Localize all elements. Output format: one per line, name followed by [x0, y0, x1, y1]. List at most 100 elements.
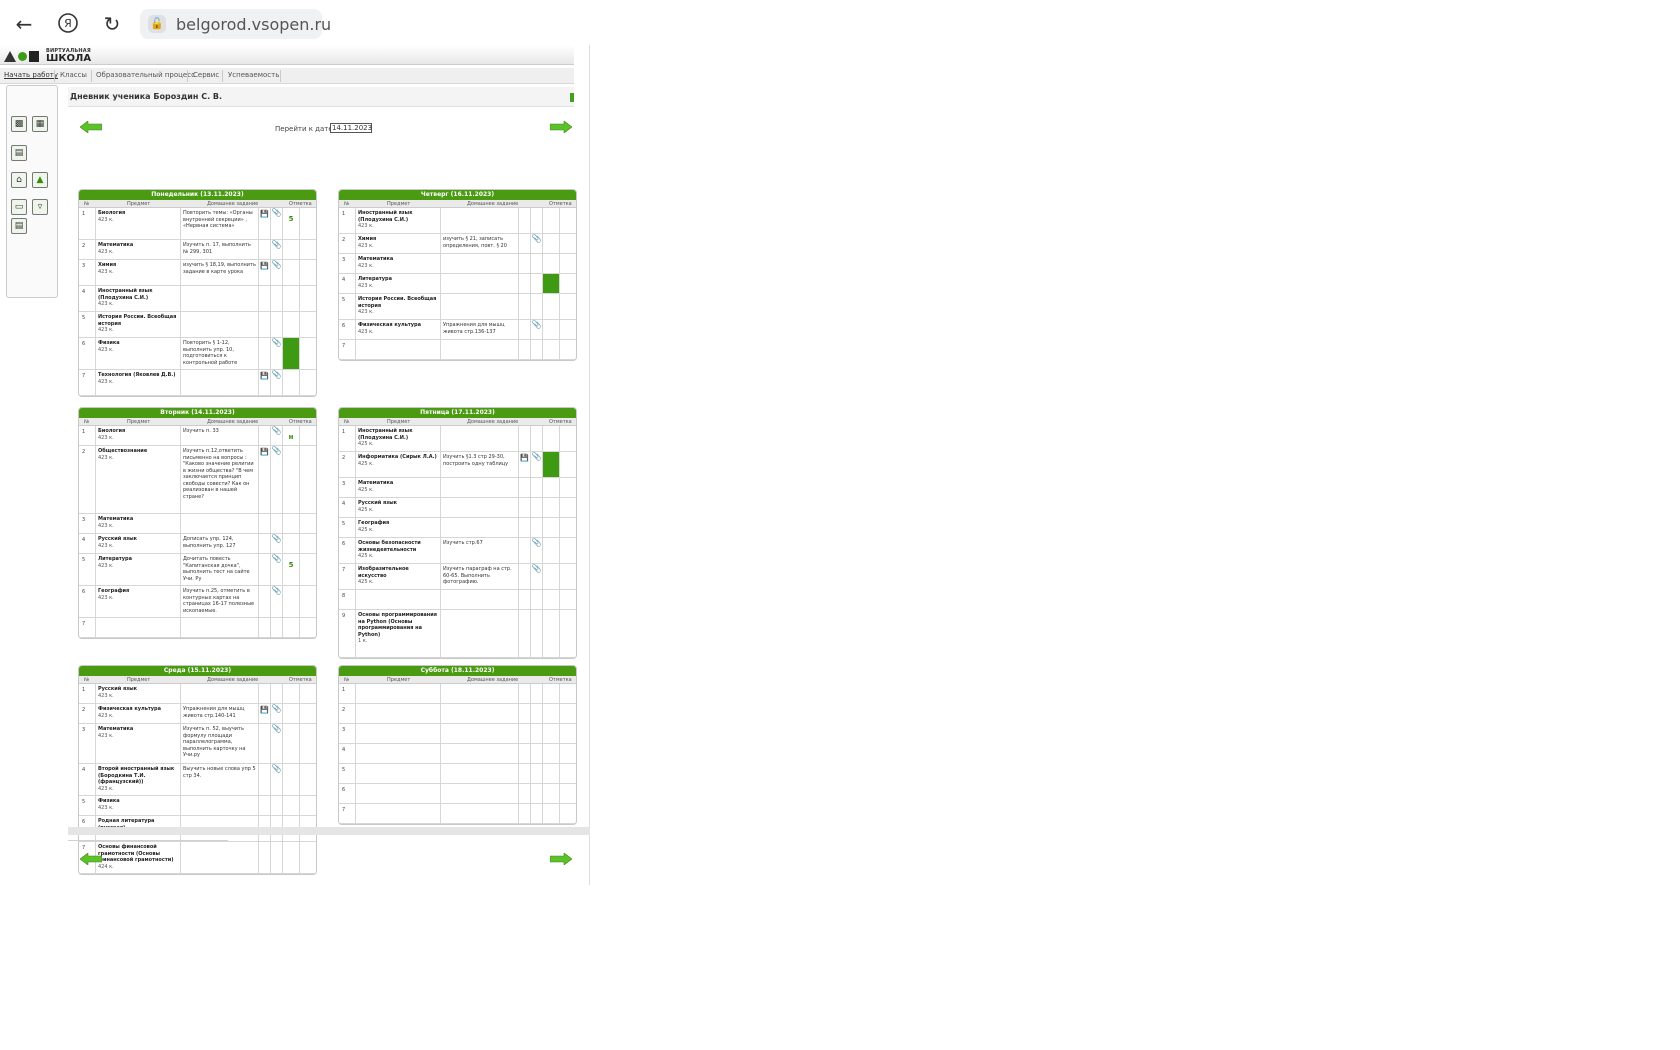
room: 425 к. [358, 486, 374, 493]
save-icon [259, 764, 271, 795]
homework-text: Изучить стр.67 [441, 538, 519, 563]
menu-item-edu-process[interactable]: Образовательный процесс [96, 71, 195, 79]
save-icon [519, 784, 531, 803]
document-icon[interactable]: ▤ [11, 218, 27, 234]
site-logo[interactable]: ВИРТУАЛЬНАЯ ШКОЛА [4, 47, 94, 64]
mark-cell [543, 498, 560, 517]
subject-name: Иностранный язык (Плодухина С.И.) [358, 210, 413, 223]
lock-icon[interactable]: 🔓 [148, 15, 166, 33]
homework-text [441, 724, 519, 743]
lesson-number: 3 [79, 514, 96, 533]
attachment-icon[interactable]: 📎 [271, 370, 283, 395]
homework-text [441, 764, 519, 783]
homework-text: Повторить § 1-12, выполнить упр. 10, под… [181, 338, 259, 369]
lesson-number: 6 [339, 538, 356, 563]
attachment-icon[interactable]: 📎 [531, 234, 543, 253]
attachment-icon[interactable]: 📎 [531, 320, 543, 339]
lesson-subject-cell: История России. Всеобщая история 423 к. [356, 294, 441, 319]
mark-cell [283, 286, 300, 311]
menu-item-start[interactable]: Начать работу [4, 71, 58, 79]
attachment-icon[interactable]: 📎 [531, 564, 543, 589]
col-homework: Домашнее задание [467, 201, 519, 207]
table-icon[interactable]: ▤ [11, 145, 27, 161]
lesson-row: 1 Биология 423 к. Изучить п. 33 📎 н [79, 426, 316, 446]
address-bar[interactable]: 🔓 belgorod.vsopen.ru [140, 9, 331, 39]
lesson-row: 6 [339, 784, 576, 804]
save-icon[interactable]: 💾 [259, 446, 271, 513]
save-icon[interactable]: 💾 [259, 208, 271, 239]
books-icon[interactable]: ▭ [11, 199, 27, 215]
attachment-icon [531, 518, 543, 537]
attachment-icon[interactable]: 📎 [271, 208, 283, 239]
homework-text [181, 618, 259, 637]
lesson-row: 5 История России. Всеобщая история 423 к. [339, 294, 576, 320]
date-input[interactable]: 14.11.2023 [330, 123, 372, 133]
mark-extra-cell [560, 704, 576, 723]
lesson-subject-cell [356, 684, 441, 703]
attachment-icon[interactable]: 📎 [531, 538, 543, 563]
room: 423 к. [358, 223, 374, 229]
mark-extra-cell [560, 744, 576, 763]
next-week-bottom-arrow-icon[interactable] [550, 853, 572, 865]
bell-icon[interactable]: ▲ [32, 172, 48, 188]
lesson-number: 2 [339, 234, 356, 253]
homework-text: Упражнения для мышц живота стр.140-141 [181, 704, 259, 723]
menu-item-performance[interactable]: Успеваемость [228, 71, 279, 79]
lesson-subject-cell: Математика 423 к. [96, 240, 181, 259]
save-icon[interactable]: 💾 [519, 452, 531, 477]
homework-text [441, 340, 519, 359]
save-icon[interactable]: 💾 [259, 370, 271, 395]
attachment-icon[interactable]: 📎 [271, 534, 283, 553]
save-icon [519, 234, 531, 253]
save-icon [519, 704, 531, 723]
homework-text [441, 610, 519, 657]
col-homework: Домашнее задание [467, 677, 519, 683]
attachment-icon[interactable]: 📎 [271, 240, 283, 259]
calendar-icon[interactable]: ▦ [32, 116, 48, 132]
save-icon [519, 724, 531, 743]
trophy-icon[interactable]: ▿ [32, 199, 48, 215]
prev-week-arrow-icon[interactable] [80, 121, 102, 133]
mark-extra-cell [300, 426, 316, 445]
lesson-row: 5 История России. Всеобщая история 423 к. [79, 312, 316, 338]
save-icon[interactable]: 💾 [259, 704, 271, 723]
back-arrow-icon[interactable]: ← [12, 12, 36, 36]
attachment-icon[interactable]: 📎 [271, 554, 283, 585]
save-icon [519, 274, 531, 293]
yandex-icon[interactable]: Я [56, 12, 80, 36]
room: 423 к. [98, 594, 114, 601]
menu-item-service[interactable]: Сервис [193, 71, 219, 79]
lesson-row: 3 Математика 423 к. [339, 254, 576, 274]
lesson-number: 9 [339, 610, 356, 657]
mark-extra-cell [560, 452, 576, 477]
lesson-number: 4 [339, 274, 356, 293]
room: 423 к. [98, 346, 114, 353]
attachment-icon[interactable]: 📎 [271, 426, 283, 445]
home-icon[interactable]: ⌂ [11, 172, 27, 188]
attachment-icon[interactable]: 📎 [271, 764, 283, 795]
menu-item-classes[interactable]: Классы [60, 71, 87, 79]
homework-text [441, 804, 519, 823]
bus-icon[interactable]: ▩ [11, 116, 27, 132]
save-icon[interactable]: 💾 [259, 260, 271, 285]
lesson-number: 4 [79, 764, 96, 795]
attachment-icon[interactable]: 📎 [271, 446, 283, 513]
attachment-icon[interactable]: 📎 [271, 724, 283, 763]
room: 423 к. [98, 434, 114, 441]
attachment-icon [531, 340, 543, 359]
attachment-icon[interactable]: 📎 [271, 260, 283, 285]
next-week-arrow-icon[interactable] [550, 121, 572, 133]
prev-week-bottom-arrow-icon[interactable] [80, 853, 102, 865]
mark-extra-cell [300, 208, 316, 239]
attachment-icon[interactable]: 📎 [271, 338, 283, 369]
reload-icon[interactable]: ↻ [100, 12, 124, 36]
attachment-icon[interactable]: 📎 [271, 704, 283, 723]
attachment-icon[interactable]: 📎 [531, 452, 543, 477]
lesson-row: 7 [79, 618, 316, 638]
lesson-row: 1 Биология 423 к. Повторить темы: «Органы в… [79, 208, 316, 240]
col-num: № [344, 677, 350, 683]
lesson-subject-cell: Основы финансовой грамотности (Основы фи… [96, 842, 181, 873]
attachment-icon[interactable]: 📎 [271, 586, 283, 617]
homework-text: Изучить параграф на стр. 60-65. Выполнит… [441, 564, 519, 589]
col-subject: Предмет [127, 201, 151, 207]
